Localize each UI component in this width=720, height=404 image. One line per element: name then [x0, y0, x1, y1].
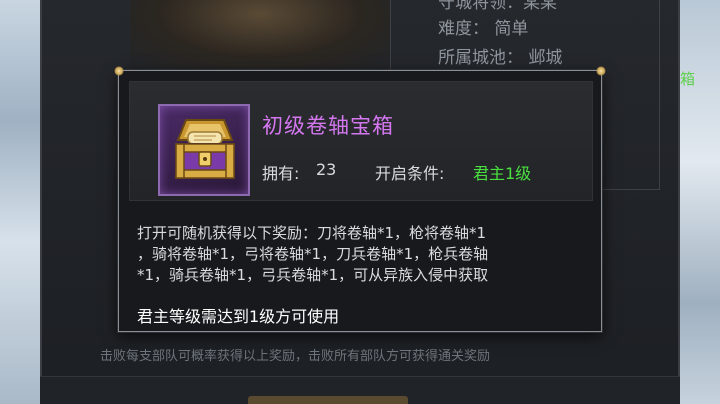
item-description: 打开可随机获得以下奖励：刀将卷轴*1，枪将卷轴*1 ，骑将卷轴*1，弓将卷轴*1… [137, 223, 593, 286]
reward-tip-text: 击败每支部队可概率获得以上奖励，击败所有部队方可获得通关奖励 [100, 349, 491, 364]
info-line-city: 所属城池： 邺城 [438, 48, 563, 68]
general-portrait [130, 0, 390, 70]
owned-count: 23 [316, 160, 337, 179]
item-tooltip: 初级卷轴宝箱 拥有: 23 开启条件: 君主1级 打开可随机获得以下奖励：刀将卷… [114, 66, 606, 332]
item-name: 初级卷轴宝箱 [262, 114, 394, 138]
condition-value: 君主1级 [473, 164, 532, 183]
treasure-chest-icon [175, 119, 235, 179]
info-line-difficulty: 难度： 简单 [438, 19, 529, 39]
bottom-action-button[interactable] [248, 396, 408, 404]
description-line: ，骑将卷轴*1，弓将卷轴*1，刀兵卷轴*1，枪兵卷轴 [137, 245, 489, 263]
description-line: 打开可随机获得以下奖励：刀将卷轴*1，枪将卷轴*1 [137, 224, 487, 242]
item-icon-frame [158, 104, 250, 196]
snow-terrain-right [678, 0, 720, 404]
side-chest-label[interactable]: 箱 [680, 68, 695, 89]
info-line-general: 守城将领：某某 [438, 0, 557, 13]
description-line: *1，骑兵卷轴*1，弓兵卷轴*1，可从异族入侵中获取 [137, 266, 489, 284]
condition-label: 开启条件: [375, 164, 445, 183]
owned-label: 拥有: [262, 164, 300, 183]
item-header: 初级卷轴宝箱 拥有: 23 开启条件: 君主1级 [129, 81, 593, 201]
usage-requirement: 君主等级需达到1级方可使用 [137, 307, 340, 326]
